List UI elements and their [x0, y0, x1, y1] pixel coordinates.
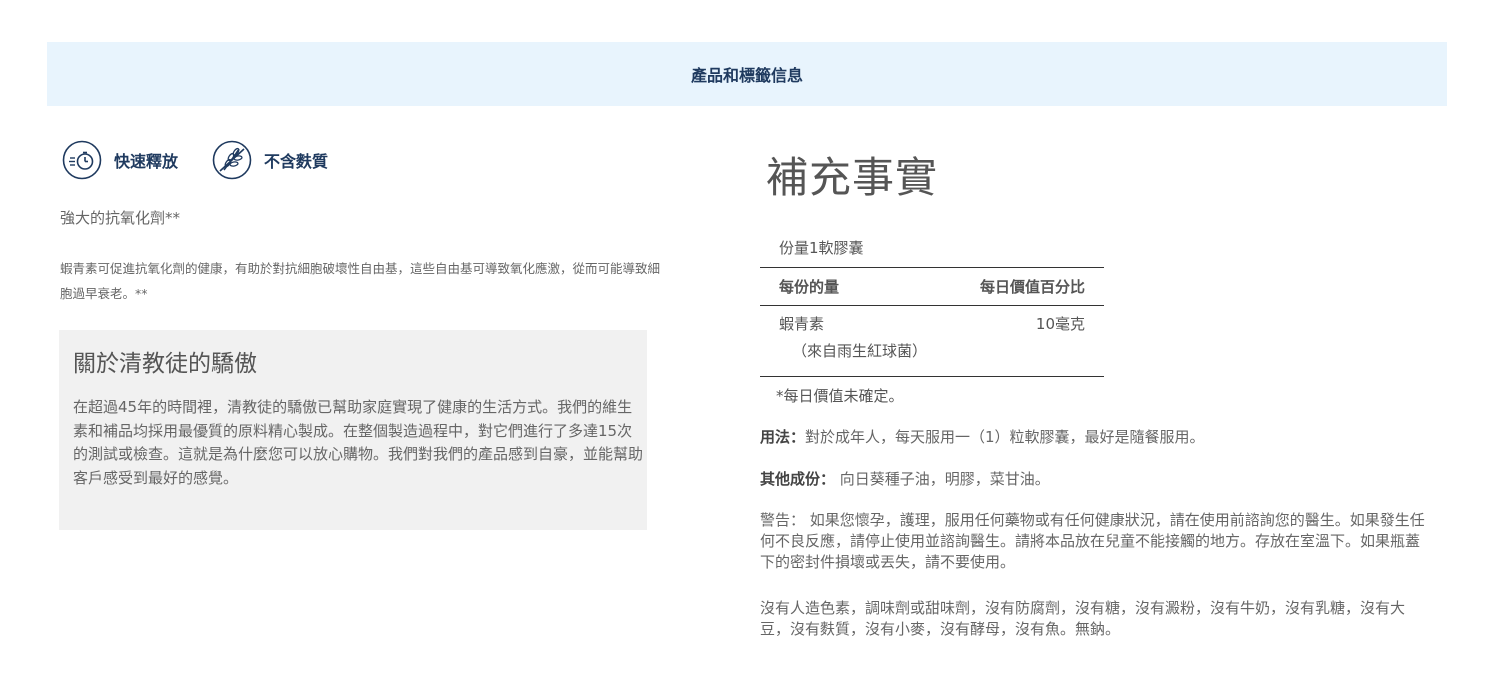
supplement-facts-title: 補充事實 [766, 153, 939, 202]
table-row: 蝦青素 10毫克 [760, 306, 1104, 340]
badge-label-quick-release: 快速釋放 [114, 152, 179, 171]
product-info-header: 產品和標籤信息 [47, 42, 1447, 106]
header-title: 產品和標籤信息 [690, 66, 803, 85]
usage-text: 對於成年人，每天服用一（1）粒軟膠囊，最好是隨餐服用。 [805, 428, 1205, 446]
ingredient-source-row: （來自雨生紅球菌） [760, 340, 1104, 376]
product-badges: 快速釋放 不含麩質 [62, 140, 362, 180]
table-rule-bottom [760, 376, 1104, 377]
about-text: 在超過45年的時間裡，清教徒的驕傲已幫助家庭實現了健康的生活方式。我們的維生素和… [73, 398, 644, 487]
free-from-text: 沒有人造色素，調味劑或甜味劑，沒有防腐劑，沒有糖，沒有澱粉，沒有牛奶，沒有乳糖，… [760, 599, 1406, 638]
supplement-facts-table: 每份的量 每日價值百分比 蝦青素 10毫克 （來自雨生紅球菌） [760, 267, 1104, 377]
serving-size: 份量1軟膠囊 [779, 239, 864, 257]
other-ingredients: 其他成份： 向日葵種子油，明膠，菜甘油。 [760, 468, 1050, 489]
badge-quick-release: 快速釋放 [62, 140, 178, 180]
ingredient-source: （來自雨生紅球菌） [792, 342, 928, 360]
antioxidant-description: 蝦青素可促進抗氧化劑的健康，有助於對抗細胞破壞性自由基，這些自由基可導致氧化應激… [60, 261, 661, 301]
badge-gluten-free: 不含麩質 [212, 140, 328, 180]
daily-value-footnote: *每日價值未確定。 [776, 387, 904, 405]
ingredient-name: 蝦青素 [779, 314, 825, 333]
other-ingredients-label: 其他成份： [760, 470, 836, 488]
column-header-daily-value: 每日價值百分比 [979, 278, 1085, 296]
antioxidant-title: 強大的抗氧化劑** [60, 209, 181, 227]
about-section: 關於清教徒的驕傲 在超過45年的時間裡，清教徒的驕傲已幫助家庭實現了健康的生活方… [59, 330, 647, 530]
table-header-row: 每份的量 每日價值百分比 [760, 268, 1104, 305]
other-ingredients-text: 向日葵種子油，明膠，菜甘油。 [835, 470, 1050, 488]
ingredient-amount: 10毫克 [1035, 314, 1085, 333]
gluten-free-icon [212, 140, 252, 180]
usage-instructions: 用法：對於成年人，每天服用一（1）粒軟膠囊，最好是隨餐服用。 [760, 426, 1205, 447]
about-title: 關於清教徒的驕傲 [73, 351, 257, 377]
usage-label: 用法： [760, 428, 806, 446]
stopwatch-icon [62, 140, 102, 180]
column-header-amount: 每份的量 [779, 278, 840, 296]
badge-label-gluten-free: 不含麩質 [264, 152, 329, 171]
warning-text: 警告： 如果您懷孕，護理，服用任何藥物或有任何健康狀況，請在使用前諮詢您的醫生。… [760, 511, 1425, 571]
